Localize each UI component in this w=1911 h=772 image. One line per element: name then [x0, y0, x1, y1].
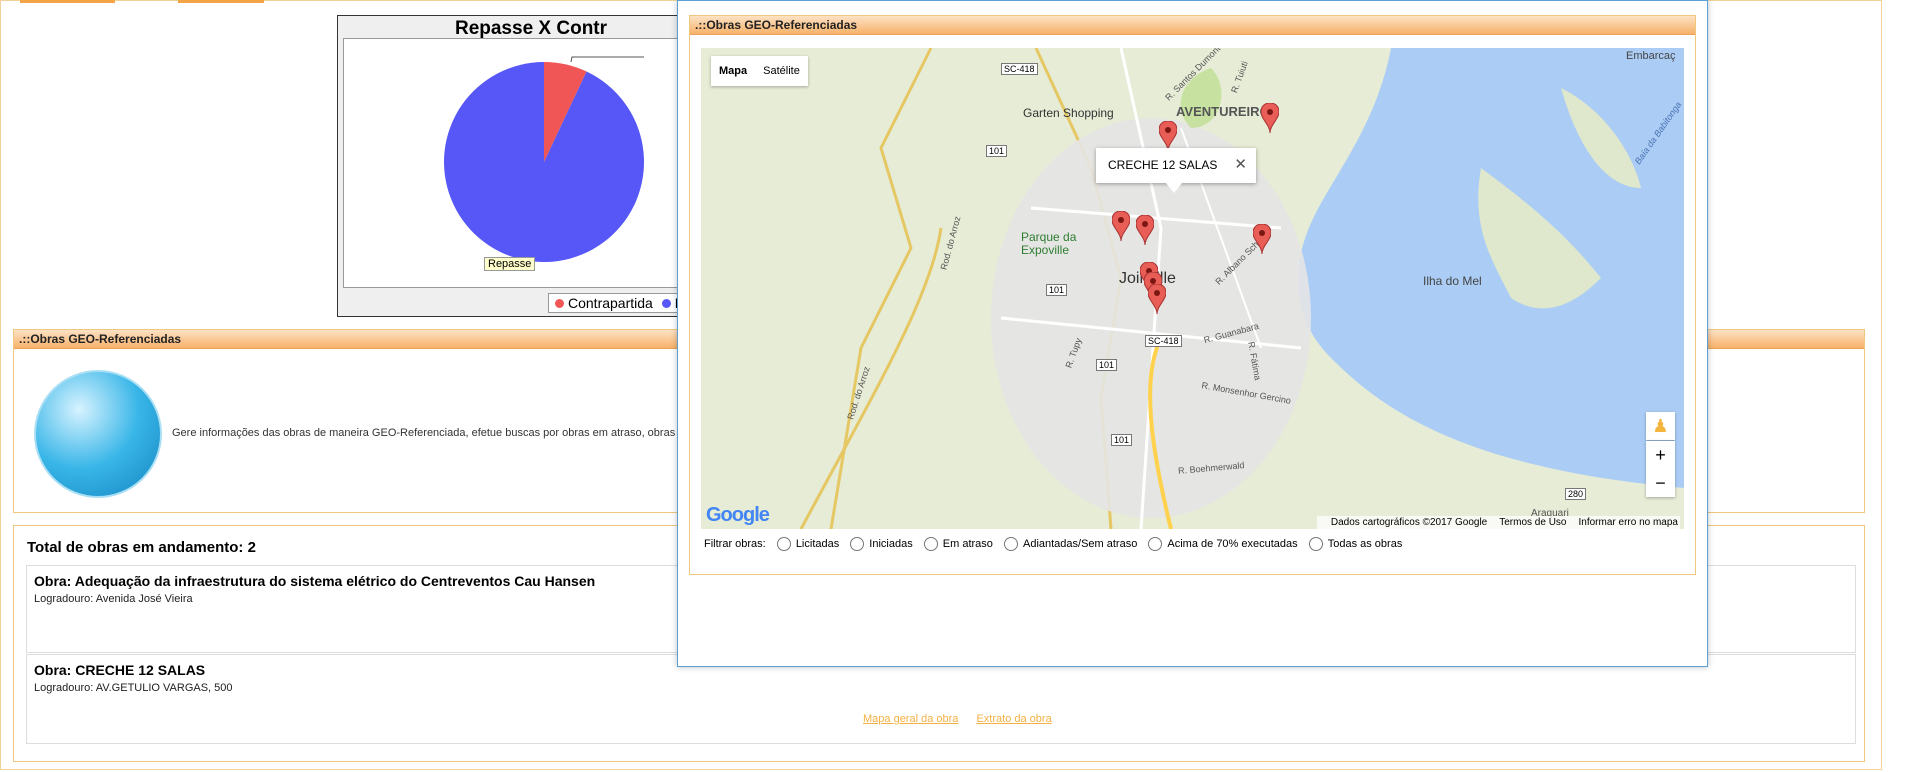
road-101-bottom: 101 [1111, 434, 1133, 446]
place-garten: Garten Shopping [1023, 106, 1114, 120]
map-marker-icon[interactable] [1147, 283, 1167, 315]
filter-todas[interactable]: Todas as obras [1308, 537, 1402, 551]
works-total: Total de obras em andamento: 2 [27, 539, 256, 556]
place-expoville: Parque da Expoville [1021, 230, 1077, 257]
work-address: Logradouro: AV.GETULIO VARGAS, 500 [34, 682, 233, 694]
pie-leader-contrapartida [570, 56, 644, 63]
road-101-mid: 101 [1046, 284, 1068, 296]
pie-slice-repasse[interactable] [443, 62, 644, 262]
road-sc418-top: SC-418 [1001, 63, 1038, 75]
map-data-credit: Dados cartográficos ©2017 Google [1330, 517, 1488, 528]
globe-icon [34, 370, 162, 498]
road-101-low: 101 [1096, 359, 1118, 371]
report-error-link[interactable]: Informar erro no mapa [1579, 517, 1679, 528]
map-type-control: Mapa Satélite [711, 56, 808, 86]
filter-label: Filtrar obras: [704, 537, 766, 550]
place-ilha-do-mel: Ilha do Mel [1423, 274, 1482, 288]
filter-iniciadas[interactable]: Iniciadas [850, 537, 913, 551]
map-type-satellite[interactable]: Satélite [755, 56, 808, 86]
map-marker-icon[interactable] [1252, 223, 1272, 255]
filter-radio[interactable] [1308, 537, 1323, 551]
filter-radio[interactable] [1148, 537, 1163, 551]
map-type-map[interactable]: Mapa [711, 56, 756, 86]
map-modal: .::Obras GEO-Referenciadas MapaSatélite [677, 0, 1708, 667]
filter-row: Filtrar obras: Licitadas Iniciadas Em at… [704, 537, 1402, 551]
filter-acima-70[interactable]: Acima de 70% executadas [1148, 537, 1298, 551]
filter-radio[interactable] [776, 537, 791, 551]
road-101-top: 101 [986, 145, 1008, 157]
legend-dot-repasse [661, 299, 671, 308]
google-logo: Google [706, 504, 770, 526]
road-280: 280 [1565, 488, 1587, 500]
filter-licitadas[interactable]: Licitadas [776, 537, 839, 551]
info-window-title: CRECHE 12 SALAS [1108, 158, 1218, 172]
zoom-control: + − [1646, 441, 1675, 497]
chart-title: Repasse X Contr [454, 18, 608, 39]
pie-label-repasse: Repasse [484, 257, 536, 271]
extract-link[interactable]: Extrato da obra [976, 713, 1051, 725]
filter-em-atraso[interactable]: Em atraso [923, 537, 993, 551]
chart-plot-area: Repasse [343, 38, 721, 288]
top-tab-left[interactable] [20, 0, 115, 3]
top-tab-right[interactable] [178, 0, 264, 3]
work-links: Mapa geral da obra Extrato da obra [863, 713, 1067, 725]
map-link[interactable]: Mapa geral da obra [863, 713, 958, 725]
legend-dot-contrapartida [555, 299, 564, 308]
road-sc418-bottom: SC-418 [1145, 335, 1182, 347]
close-icon[interactable]: ✕ [1234, 155, 1247, 173]
street-view-icon[interactable]: ♟ [1646, 412, 1675, 440]
geo-panel-description: Gere informações das obras de maneira GE… [172, 427, 676, 439]
map-marker-icon[interactable] [1111, 210, 1131, 242]
info-window: CRECHE 12 SALAS ✕ [1096, 148, 1256, 193]
map[interactable]: Mapa Satélite Garten Shopping AVENTUREIRO… [701, 48, 1684, 529]
pie-chart: Repasse X Contr Repasse Contrapartida R [337, 15, 725, 317]
map-background [799, 48, 1684, 529]
filter-radio[interactable] [923, 537, 938, 551]
map-marker-icon[interactable] [1158, 120, 1178, 152]
pie-svg [443, 56, 644, 268]
legend-contrapartida: Contrapartida [568, 295, 653, 311]
filter-adiantadas[interactable]: Adiantadas/Sem atraso [1003, 537, 1137, 551]
map-attribution: Dados cartográficos ©2017 Google Termos d… [1316, 516, 1680, 529]
filter-radio[interactable] [1003, 537, 1018, 551]
work-item[interactable]: Obra: CRECHE 12 SALAS Logradouro: AV.GET… [26, 654, 1856, 744]
map-panel-title: .::Obras GEO-Referenciadas [690, 16, 1695, 35]
chart-legend: Contrapartida R [548, 293, 692, 313]
map-marker-icon[interactable] [1260, 102, 1280, 134]
place-aventureiro: AVENTUREIRO [1176, 104, 1270, 119]
terms-link[interactable]: Termos de Uso [1499, 517, 1566, 528]
zoom-out-icon[interactable]: − [1646, 469, 1675, 497]
zoom-in-icon[interactable]: + [1646, 441, 1675, 469]
filter-radio[interactable] [850, 537, 865, 551]
place-embarcacao: Embarcaç [1626, 50, 1676, 62]
map-panel: .::Obras GEO-Referenciadas MapaSatélite [689, 15, 1696, 575]
map-marker-icon[interactable] [1135, 214, 1155, 246]
